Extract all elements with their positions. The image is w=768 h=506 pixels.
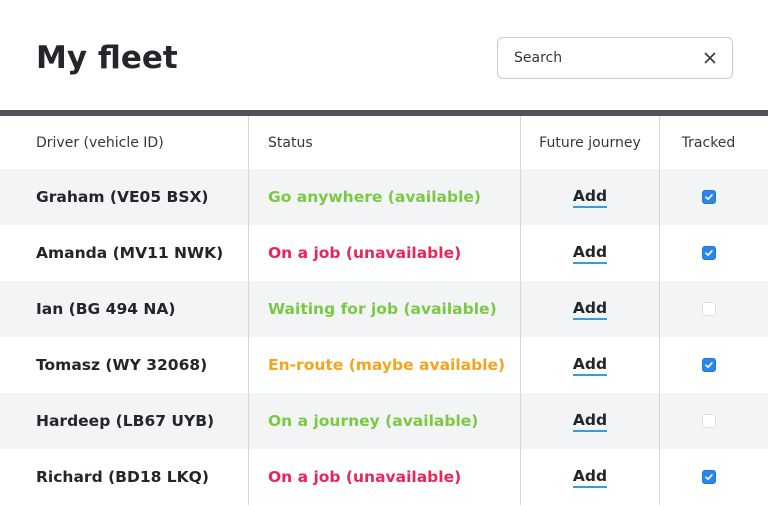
driver-cell: Richard (BD18 LKQ) [36,468,209,486]
tracked-cell [659,281,757,337]
status-cell: Go anywhere (available) [248,169,520,225]
table-row: Ian (BG 494 NA) Waiting for job (availabl… [0,281,768,337]
tracked-checkbox[interactable] [701,414,716,428]
table-row: Richard (BD18 LKQ) On a job (unavailable)… [0,449,768,505]
driver-cell: Hardeep (LB67 UYB) [36,412,215,430]
driver-cell: Ian (BG 494 NA) [36,300,176,318]
status-cell: Waiting for job (available) [248,281,520,337]
fleet-table: Driver (vehicle ID) Status Future journe… [0,116,768,505]
status-cell: On a journey (available) [248,393,520,449]
tracked-cell [659,225,757,281]
checkmark-icon [704,194,713,200]
add-journey-link[interactable]: Add [572,467,608,488]
tracked-checkbox[interactable] [701,302,716,316]
future-journey-cell: Add [520,393,659,449]
future-journey-cell: Add [520,281,659,337]
tracked-checkbox[interactable] [701,246,716,260]
add-journey-link[interactable]: Add [572,411,608,432]
close-icon[interactable] [702,50,718,66]
driver-cell: Graham (VE05 BSX) [36,188,209,206]
future-journey-cell: Add [520,225,659,281]
status-cell: En-route (maybe available) [248,337,520,393]
status-cell: On a job (unavailable) [248,225,520,281]
table-row: Amanda (MV11 NWK) On a job (unavailable) A… [0,225,768,281]
table-row: Graham (VE05 BSX) Go anywhere (available)… [0,169,768,225]
page-title: My fleet [36,40,178,76]
column-header-driver: Driver (vehicle ID) [36,134,164,151]
table-body: Graham (VE05 BSX) Go anywhere (available)… [0,169,768,505]
tracked-cell [659,449,757,505]
search-input[interactable] [514,38,684,78]
column-header-future-journey: Future journey [520,116,659,169]
add-journey-link[interactable]: Add [572,299,608,320]
tracked-checkbox[interactable] [701,470,716,484]
fleet-page: My fleet Driver (vehicle ID) Status Futu… [0,0,768,506]
driver-cell: Amanda (MV11 NWK) [36,244,224,262]
column-header-tracked: Tracked [659,116,757,169]
driver-cell: Tomasz (WY 32068) [36,356,208,374]
tracked-cell [659,337,757,393]
table-row: Hardeep (LB67 UYB) On a journey (availabl… [0,393,768,449]
tracked-cell [659,393,757,449]
future-journey-cell: Add [520,449,659,505]
add-journey-link[interactable]: Add [572,355,608,376]
tracked-cell [659,169,757,225]
checkmark-icon [704,474,713,480]
tracked-checkbox[interactable] [701,190,716,204]
checkmark-icon [704,250,713,256]
table-row: Tomasz (WY 32068) En-route (maybe availab… [0,337,768,393]
add-journey-link[interactable]: Add [572,187,608,208]
future-journey-cell: Add [520,169,659,225]
tracked-checkbox[interactable] [701,358,716,372]
status-cell: On a job (unavailable) [248,449,520,505]
add-journey-link[interactable]: Add [572,243,608,264]
future-journey-cell: Add [520,337,659,393]
column-header-status: Status [248,116,520,169]
checkmark-icon [704,362,713,368]
table-header: Driver (vehicle ID) Status Future journe… [0,116,768,169]
search-box[interactable] [497,37,733,79]
